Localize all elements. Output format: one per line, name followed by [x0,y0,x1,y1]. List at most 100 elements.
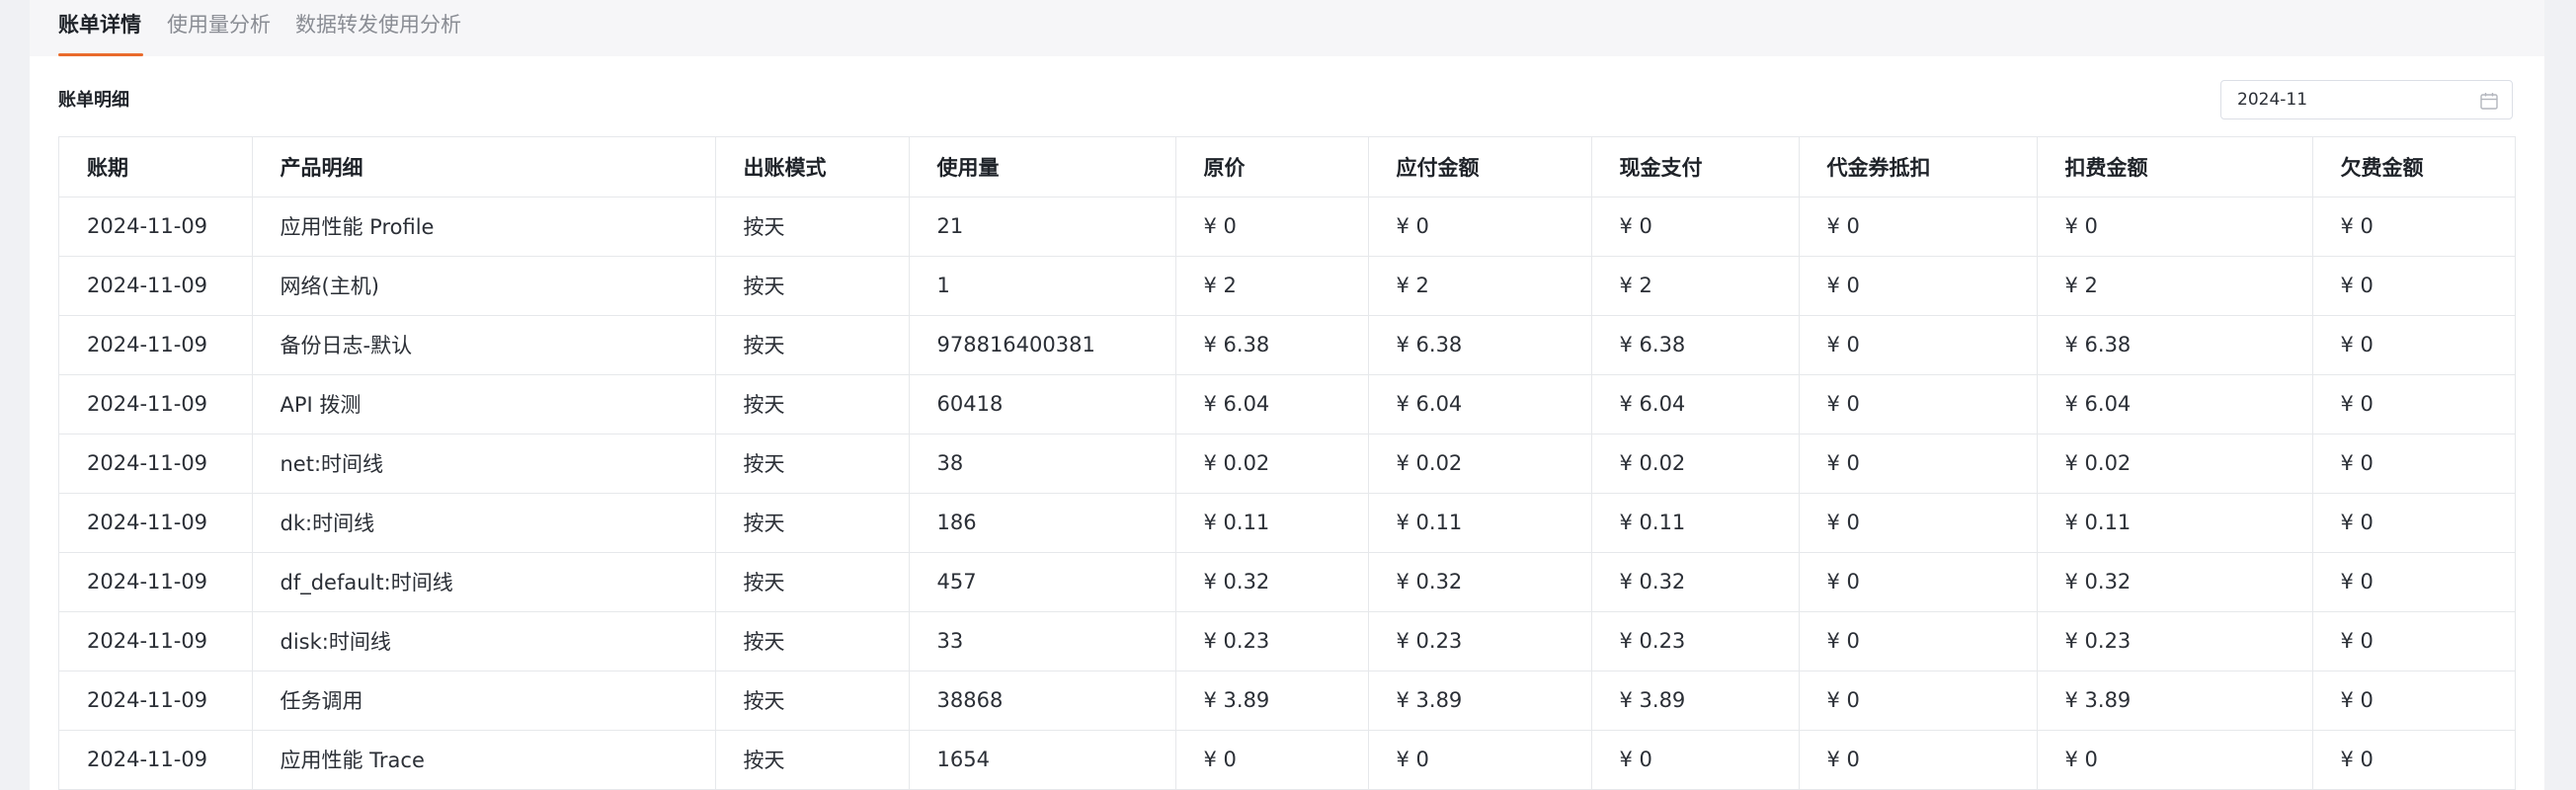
tab-data-forwarding-analysis[interactable]: 数据转发使用分析 [295,8,461,41]
column-period-cell: 2024-11-09 [59,197,253,257]
column-voucher-deduction-cell: ¥ 0 [1799,671,2038,731]
column-voucher-deduction-cell: ¥ 0 [1799,197,2038,257]
billing-page: 账单详情 使用量分析 数据转发使用分析 账单明细 2024-11 账期 产品明细… [0,0,2576,790]
column-period-cell: 2024-11-09 [59,434,253,494]
table-row: 2024-11-09 应用性能 Trace 按天 1654 ¥ 0 ¥ 0 ¥ 0 ¥ 0 ¥ … [59,730,2515,790]
column-original-price-cell: ¥ 2 [1175,256,1369,316]
column-deducted-amount-cell: ¥ 0 [2037,197,2313,257]
column-voucher-deduction-cell: ¥ 0 [1799,374,2038,434]
column-period-header: 账期 [59,137,253,198]
column-arrears-amount-cell: ¥ 0 [2312,730,2515,790]
column-deducted-amount-cell: ¥ 2 [2037,256,2313,316]
column-period-cell: 2024-11-09 [59,730,253,790]
tab-usage-analysis[interactable]: 使用量分析 [167,8,271,41]
month-picker[interactable] [2220,80,2513,119]
column-amount-payable-cell: ¥ 0 [1368,197,1592,257]
column-voucher-deduction-cell: ¥ 0 [1799,611,2038,672]
column-cash-payment-cell: ¥ 2 [1591,256,1800,316]
column-original-price-cell: ¥ 0.32 [1175,552,1369,612]
column-cash-payment-cell: ¥ 0 [1591,197,1800,257]
column-amount-payable-cell: ¥ 0 [1368,730,1592,790]
column-usage-cell: 21 [909,197,1176,257]
tab-bill-details[interactable]: 账单详情 [58,8,141,41]
month-input[interactable] [2237,88,2455,112]
table-row: 2024-11-09 disk:时间线 按天 33 ¥ 0.23 ¥ 0.23 ¥ 0.23… [59,611,2515,672]
column-original-price-cell: ¥ 6.38 [1175,315,1369,375]
column-arrears-amount-cell: ¥ 0 [2312,315,2515,375]
column-cash-payment-cell: ¥ 6.04 [1591,374,1800,434]
column-voucher-deduction-cell: ¥ 0 [1799,730,2038,790]
column-arrears-amount-cell: ¥ 0 [2312,197,2515,257]
column-period-cell: 2024-11-09 [59,493,253,553]
column-amount-payable-cell: ¥ 3.89 [1368,671,1592,731]
column-voucher-deduction-cell: ¥ 0 [1799,315,2038,375]
column-cash-payment-cell: ¥ 6.38 [1591,315,1800,375]
column-usage-cell: 38 [909,434,1176,494]
table-row: 2024-11-09 网络(主机) 按天 1 ¥ 2 ¥ 2 ¥ 2 ¥ 0 ¥ 2 ¥ 0 [59,256,2515,316]
column-amount-payable-header: 应付金额 [1368,137,1592,198]
bill-table-container: 账期 产品明细 出账模式 使用量 原价 应付金额 现金支付 代金券抵扣 扣费金额 欠费金额 202… [58,136,2516,790]
column-arrears-amount-cell: ¥ 0 [2312,552,2515,612]
column-cash-payment-cell: ¥ 0 [1591,730,1800,790]
column-cash-payment-cell: ¥ 0.02 [1591,434,1800,494]
bill-details-panel: 账单明细 2024-11 账期 产品明细 出账模式 使用量 原价 应付金额 现金… [30,56,2544,790]
column-billing-mode-cell: 按天 [715,256,910,316]
column-deducted-amount-cell: ¥ 0.23 [2037,611,2313,672]
table-row: 2024-11-09 API 拨测 按天 60418 ¥ 6.04 ¥ 6.04 ¥ 6.0… [59,374,2515,434]
column-arrears-amount-cell: ¥ 0 [2312,434,2515,494]
column-amount-payable-cell: ¥ 2 [1368,256,1592,316]
table-header-row: 账期 产品明细 出账模式 使用量 原价 应付金额 现金支付 代金券抵扣 扣费金额 欠费金额 [59,137,2515,198]
column-period-cell: 2024-11-09 [59,374,253,434]
column-amount-payable-cell: ¥ 6.04 [1368,374,1592,434]
column-voucher-deduction-cell: ¥ 0 [1799,256,2038,316]
column-amount-payable-cell: ¥ 0.02 [1368,434,1592,494]
column-deducted-amount-cell: ¥ 0.11 [2037,493,2313,553]
column-billing-mode-cell: 按天 [715,197,910,257]
column-billing-mode-header: 出账模式 [715,137,910,198]
column-voucher-deduction-cell: ¥ 0 [1799,434,2038,494]
column-billing-mode-cell: 按天 [715,315,910,375]
column-product-detail-cell: 应用性能 Trace [252,730,716,790]
column-cash-payment-cell: ¥ 0.23 [1591,611,1800,672]
column-product-detail-cell: disk:时间线 [252,611,716,672]
column-product-detail-cell: 任务调用 [252,671,716,731]
column-usage-cell: 60418 [909,374,1176,434]
column-cash-payment-cell: ¥ 3.89 [1591,671,1800,731]
column-billing-mode-cell: 按天 [715,552,910,612]
column-cash-payment-cell: ¥ 0.11 [1591,493,1800,553]
column-deducted-amount-cell: ¥ 0.02 [2037,434,2313,494]
table-row: 2024-11-09 应用性能 Profile 按天 21 ¥ 0 ¥ 0 ¥ 0 ¥ 0 ¥ … [59,197,2515,257]
column-cash-payment-cell: ¥ 0.32 [1591,552,1800,612]
table-row: 2024-11-09 net:时间线 按天 38 ¥ 0.02 ¥ 0.02 ¥ 0.02 ¥… [59,434,2515,494]
table-row: 2024-11-09 任务调用 按天 38868 ¥ 3.89 ¥ 3.89 ¥ 3.89 ¥… [59,671,2515,731]
calendar-icon[interactable] [2479,91,2499,111]
column-arrears-amount-header: 欠费金额 [2312,137,2515,198]
column-period-cell: 2024-11-09 [59,552,253,612]
column-deducted-amount-header: 扣费金额 [2037,137,2313,198]
column-amount-payable-cell: ¥ 6.38 [1368,315,1592,375]
tab-bar: 账单详情 使用量分析 数据转发使用分析 [30,0,2544,56]
column-period-cell: 2024-11-09 [59,671,253,731]
column-product-detail-cell: dk:时间线 [252,493,716,553]
column-cash-payment-header: 现金支付 [1591,137,1800,198]
column-original-price-cell: ¥ 3.89 [1175,671,1369,731]
table-row: 2024-11-09 备份日志-默认 按天 978816400381 ¥ 6.38 ¥ 6… [59,315,2515,375]
section-title: 账单明细 [58,90,129,111]
column-amount-payable-cell: ¥ 0.23 [1368,611,1592,672]
column-voucher-deduction-cell: ¥ 0 [1799,493,2038,553]
column-product-detail-cell: df_default:时间线 [252,552,716,612]
column-deducted-amount-cell: ¥ 6.38 [2037,315,2313,375]
column-usage-cell: 186 [909,493,1176,553]
column-voucher-deduction-header: 代金券抵扣 [1799,137,2038,198]
column-original-price-cell: ¥ 0 [1175,197,1369,257]
column-product-detail-header: 产品明细 [252,137,716,198]
column-billing-mode-cell: 按天 [715,730,910,790]
column-amount-payable-cell: ¥ 0.11 [1368,493,1592,553]
column-billing-mode-cell: 按天 [715,434,910,494]
column-voucher-deduction-cell: ¥ 0 [1799,552,2038,612]
column-usage-cell: 1 [909,256,1176,316]
column-original-price-cell: ¥ 0.02 [1175,434,1369,494]
column-product-detail-cell: API 拨测 [252,374,716,434]
column-usage-cell: 978816400381 [909,315,1176,375]
column-original-price-cell: ¥ 6.04 [1175,374,1369,434]
